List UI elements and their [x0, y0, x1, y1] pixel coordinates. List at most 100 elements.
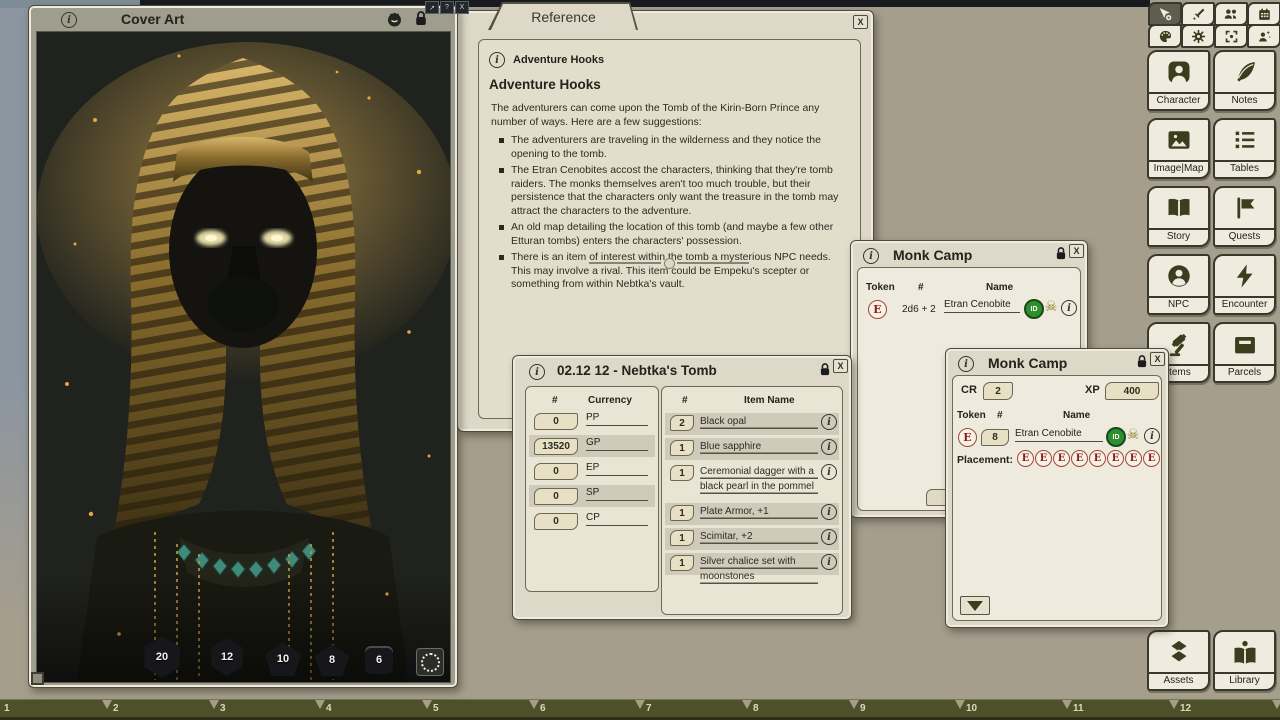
item-qty-field[interactable]: 1 [670, 555, 694, 571]
info-icon[interactable] [821, 464, 837, 480]
item-qty-field[interactable]: 1 [670, 440, 694, 456]
token-targeting-button[interactable] [416, 648, 444, 676]
item-qty-field[interactable]: 1 [670, 505, 694, 521]
ruler-notch [315, 700, 325, 709]
item-name-field[interactable]: Plate Armor, +1 [700, 504, 818, 519]
info-icon[interactable] [1144, 428, 1160, 444]
placement-token[interactable]: E [1017, 450, 1034, 467]
info-icon[interactable] [821, 554, 837, 570]
titlebar[interactable]: Monk Camp [946, 349, 1168, 375]
sidebar-button-tables[interactable]: Tables [1213, 118, 1276, 179]
cr-field[interactable]: 2 [983, 382, 1013, 400]
skull-icon[interactable]: ☠ [1125, 427, 1141, 443]
sidebar-button-character[interactable]: Character [1147, 50, 1210, 111]
lock-icon[interactable] [1136, 354, 1148, 374]
info-icon[interactable] [958, 356, 974, 372]
sidebar-button-image-map[interactable]: Image|Map [1147, 118, 1210, 179]
list-item: An old map detailing the location of thi… [499, 221, 841, 248]
npc-count-field[interactable]: 8 [981, 429, 1009, 446]
close-button[interactable]: X [853, 15, 868, 29]
item-name-field[interactable]: Ceremonial dagger with a black pearl in … [700, 464, 818, 494]
currency-qty-field[interactable]: 0 [534, 513, 578, 530]
tool-party-button[interactable] [1214, 2, 1248, 26]
close-button[interactable]: X [455, 1, 469, 14]
sidebar-button-npc[interactable]: NPC [1147, 254, 1210, 315]
info-icon[interactable] [821, 414, 837, 430]
ruler-number: 9 [860, 703, 866, 714]
item-qty-field[interactable]: 1 [670, 530, 694, 546]
titlebar[interactable]: 02.12 12 - Nebtka's Tomb [513, 356, 851, 384]
skull-icon[interactable]: ☠ [1043, 299, 1059, 315]
tool-pointer-button[interactable] [1148, 2, 1182, 26]
sidebar-button-notes[interactable]: Notes [1213, 50, 1276, 111]
placement-token[interactable]: E [1071, 450, 1088, 467]
npc-count[interactable]: 2d6 + 2 [902, 304, 936, 315]
item-name-field[interactable]: Silver chalice set with moonstones [700, 554, 818, 584]
sidebar-button-encounter[interactable]: Encounter [1213, 254, 1276, 315]
cover-art-titlebar[interactable]: Cover Art [29, 6, 457, 31]
currency-qty-field[interactable]: 0 [534, 488, 578, 505]
info-icon[interactable] [821, 439, 837, 455]
tool-calendar-button[interactable] [1247, 2, 1280, 26]
currency-name[interactable]: GP [586, 437, 648, 451]
placement-token[interactable]: E [1143, 450, 1160, 467]
pointer-gear-icon [1157, 6, 1173, 22]
sidebar-button-assets[interactable]: Assets [1147, 630, 1210, 691]
currency-qty-field[interactable]: 0 [534, 463, 578, 480]
help-button[interactable]: ? [440, 1, 454, 14]
resize-button[interactable]: ↗ [425, 1, 439, 14]
placement-token[interactable]: E [1107, 450, 1124, 467]
item-name-field[interactable]: Blue sapphire [700, 439, 818, 454]
item-name-field[interactable]: Black opal [700, 414, 818, 429]
reference-tab[interactable]: Reference [488, 2, 638, 30]
placement-token[interactable]: E [1089, 450, 1106, 467]
tool-colors-button[interactable] [1148, 24, 1182, 48]
npc-name-field[interactable]: Etran Cenobite [944, 299, 1020, 313]
info-icon[interactable] [61, 12, 77, 28]
sidebar-button-parcels[interactable]: Parcels [1213, 322, 1276, 383]
close-button[interactable]: X [833, 359, 848, 373]
info-icon[interactable] [821, 504, 837, 520]
currency-name[interactable]: CP [586, 512, 648, 526]
titlebar[interactable]: Monk Camp [851, 241, 1087, 267]
info-icon[interactable] [489, 52, 505, 68]
id-badge[interactable]: ID [1106, 427, 1126, 447]
tool-effects-button[interactable] [1247, 24, 1280, 48]
item-qty-field[interactable]: 2 [670, 415, 694, 431]
scroll-down-button[interactable] [960, 596, 990, 615]
npc-token[interactable]: E [958, 428, 977, 447]
tool-options-button[interactable] [1181, 24, 1215, 48]
npc-token[interactable]: E [868, 300, 887, 319]
close-button[interactable]: X [1150, 352, 1165, 366]
info-icon[interactable] [1061, 300, 1077, 316]
item-qty-field[interactable]: 1 [670, 465, 694, 481]
currency-qty-field[interactable]: 0 [534, 413, 578, 430]
info-icon[interactable] [863, 248, 879, 264]
tool-targeting-button[interactable] [1214, 24, 1248, 48]
tool-combat-button[interactable] [1181, 2, 1215, 26]
placement-token[interactable]: E [1125, 450, 1142, 467]
bullet-icon [499, 168, 504, 173]
hotkey-ruler[interactable]: 1 2 3 4 5 6 7 8 9 10 11 12 [0, 699, 1280, 720]
sidebar-button-story[interactable]: Story [1147, 186, 1210, 247]
placement-token[interactable]: E [1053, 450, 1070, 467]
die-d6[interactable]: 6 [365, 646, 393, 674]
lock-icon[interactable] [819, 362, 831, 382]
item-name-field[interactable]: Scimitar, +2 [700, 529, 818, 544]
sidebar-button-quests[interactable]: Quests [1213, 186, 1276, 247]
resize-grip[interactable] [31, 672, 44, 685]
id-badge[interactable]: ID [1024, 299, 1044, 319]
placement-token[interactable]: E [1035, 450, 1052, 467]
info-icon[interactable] [821, 529, 837, 545]
npc-name-field[interactable]: Etran Cenobite [1015, 428, 1103, 442]
sidebar-button-library[interactable]: Library [1213, 630, 1276, 691]
shared-icon[interactable] [386, 11, 403, 33]
currency-qty-field[interactable]: 13520 [534, 438, 578, 455]
currency-name[interactable]: EP [586, 462, 648, 476]
xp-field[interactable]: 400 [1105, 382, 1159, 400]
info-icon[interactable] [529, 364, 545, 380]
currency-name[interactable]: PP [586, 412, 648, 426]
lock-icon[interactable] [1055, 246, 1067, 266]
close-button[interactable]: X [1069, 244, 1084, 258]
currency-name[interactable]: SP [586, 487, 648, 501]
